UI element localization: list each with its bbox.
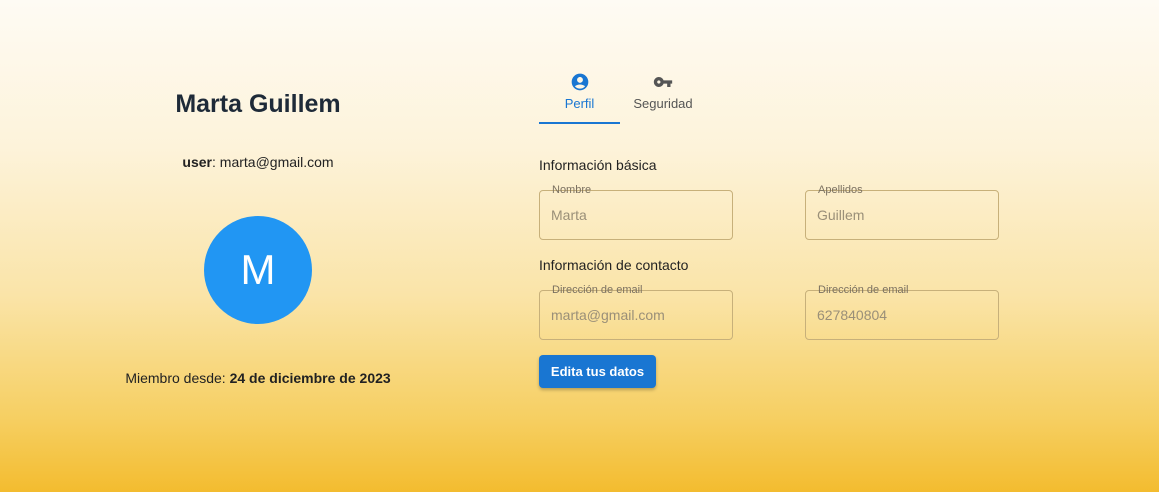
last-name-label: Apellidos — [818, 184, 863, 196]
profile-summary: Marta Guillem user: marta@gmail.com M Mi… — [0, 0, 516, 492]
contact-info-title: Información de contacto — [539, 257, 689, 273]
user-email: : marta@gmail.com — [212, 154, 334, 170]
email-label: Dirección de email — [552, 284, 643, 296]
tab-perfil-label: Perfil — [564, 96, 595, 111]
tab-bar: Perfil Seguridad — [539, 70, 706, 126]
tab-perfil[interactable]: Perfil — [539, 70, 620, 124]
active-tab-indicator — [539, 122, 620, 124]
user-name: Marta Guillem — [175, 90, 341, 118]
email-value: marta@gmail.com — [551, 307, 665, 323]
phone-value: 627840804 — [817, 307, 888, 323]
user-label: user — [182, 154, 212, 170]
tab-seguridad[interactable]: Seguridad — [620, 70, 706, 124]
member-since-date: 24 de diciembre de 2023 — [229, 370, 391, 386]
first-name-label: Nombre — [552, 184, 592, 196]
member-since-label: Miembro desde: — [125, 370, 230, 386]
first-name-value: Marta — [551, 207, 587, 223]
basic-info-title: Información básica — [539, 157, 657, 173]
phone-label: Dirección de email — [818, 284, 909, 296]
phone-field[interactable]: Dirección de email 627840804 — [805, 284, 999, 340]
edit-data-button[interactable]: Edita tus datos — [539, 355, 656, 388]
user-email-line: user: marta@gmail.com — [0, 154, 516, 170]
avatar: M — [204, 216, 312, 324]
last-name-value: Guillem — [817, 207, 865, 223]
member-since-line: Miembro desde: 24 de diciembre de 2023 — [0, 370, 516, 386]
tab-seguridad-label: Seguridad — [633, 96, 693, 111]
email-field[interactable]: Dirección de email marta@gmail.com — [539, 284, 733, 340]
account-circle-icon — [570, 72, 590, 92]
last-name-field[interactable]: Apellidos Guillem — [805, 184, 999, 240]
first-name-field[interactable]: Nombre Marta — [539, 184, 733, 240]
key-icon — [653, 72, 673, 92]
